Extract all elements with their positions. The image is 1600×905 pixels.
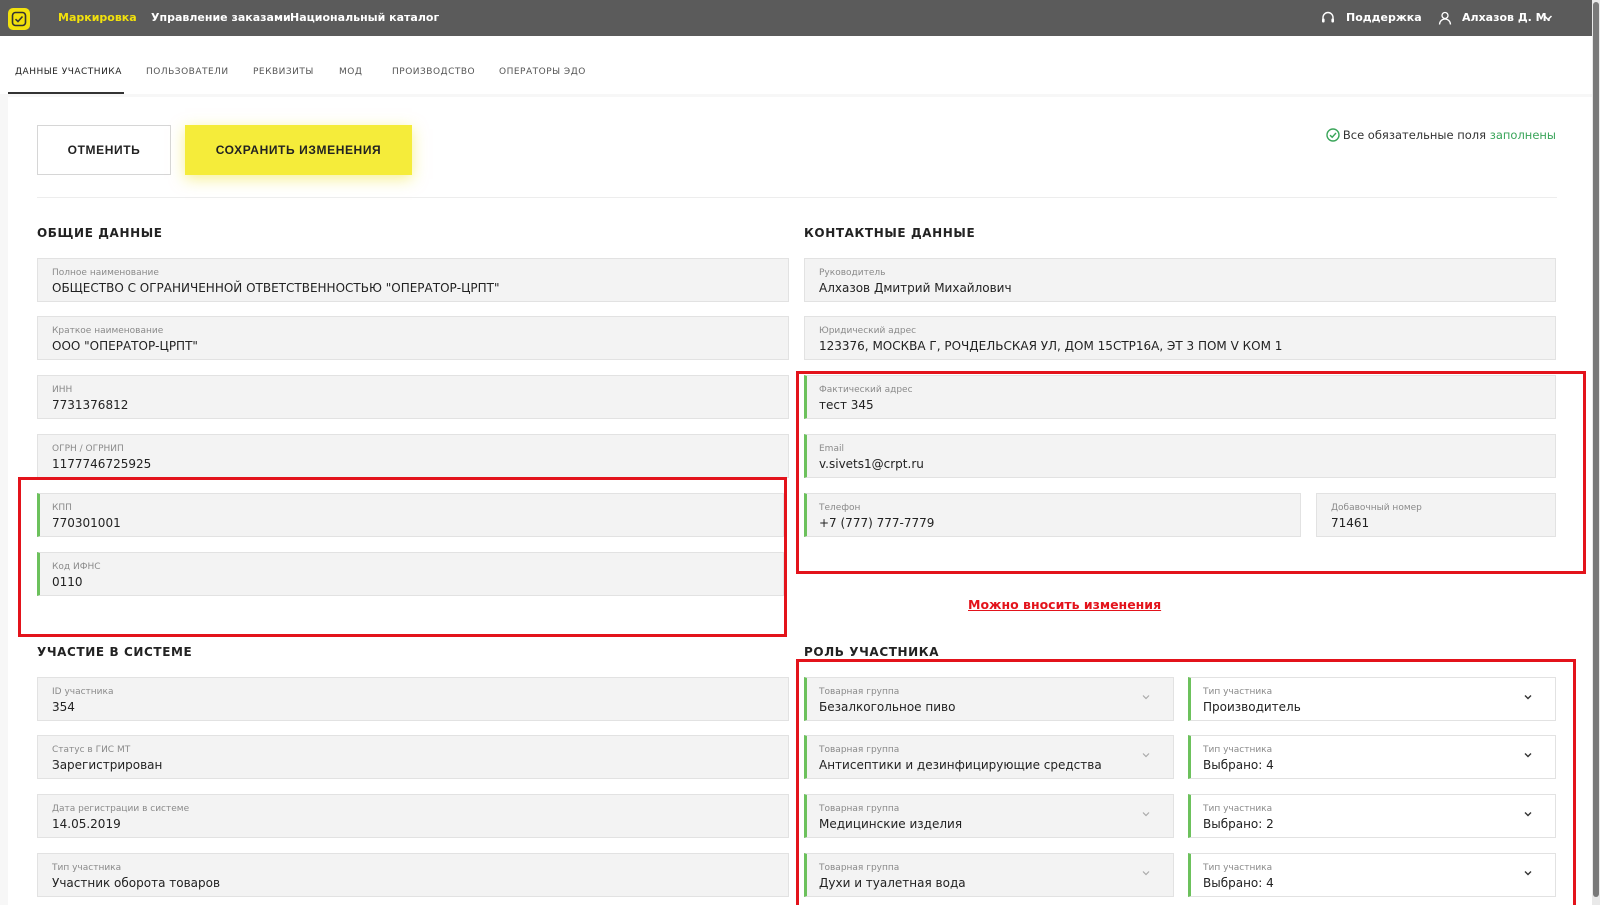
- field-value: ООО "ОПЕРАТОР-ЦРПТ": [52, 339, 198, 353]
- section-title-role: Роль участника: [804, 645, 940, 659]
- field-value: 123376, МОСКВА Г, РОЧДЕЛЬСКАЯ УЛ, ДОМ 15…: [819, 339, 1283, 353]
- headset-icon[interactable]: [1320, 10, 1336, 26]
- field-participant-id: ID участника 354: [37, 677, 789, 721]
- tab-mod[interactable]: МОД: [339, 67, 362, 77]
- section-title-contacts: Контактные данные: [804, 226, 976, 240]
- tab-users[interactable]: Пользователи: [146, 67, 229, 77]
- validation-status: Все обязательные поля заполнены: [1343, 128, 1556, 142]
- nav-orders[interactable]: Управление заказами: [151, 11, 291, 24]
- support-link[interactable]: Поддержка: [1346, 11, 1422, 24]
- field-registration-date: Дата регистрации в системе 14.05.2019: [37, 794, 789, 838]
- field-value: 1177746725925: [52, 457, 152, 471]
- field-label: Полное наименование: [52, 268, 159, 278]
- field-participant-type: Тип участника Участник оборота товаров: [37, 853, 789, 897]
- nav-catalog[interactable]: Национальный каталог: [290, 11, 439, 24]
- tab-bar: [0, 36, 1592, 94]
- highlight-box-editable-role: [796, 659, 1576, 905]
- section-title-general: Общие данные: [37, 226, 163, 240]
- field-label: Дата регистрации в системе: [52, 804, 190, 814]
- field-label: Статус в ГИС МТ: [52, 745, 131, 755]
- validation-status-ok: заполнены: [1489, 128, 1556, 142]
- field-value: 7731376812: [52, 398, 129, 412]
- field-value: 14.05.2019: [52, 817, 121, 831]
- chevron-down-icon[interactable]: [1543, 13, 1553, 23]
- field-label: Краткое наименование: [52, 326, 164, 336]
- field-label: ID участника: [52, 687, 114, 697]
- field-label: ИНН: [52, 385, 73, 395]
- nav-marking[interactable]: Маркировка: [58, 11, 137, 24]
- field-value: Алхазов Дмитрий Михайлович: [819, 281, 1012, 295]
- tab-requisites[interactable]: Реквизиты: [253, 67, 314, 77]
- active-tab-indicator: [8, 92, 124, 94]
- field-gis-status: Статус в ГИС МТ Зарегистрирован: [37, 735, 789, 779]
- logo-icon: [11, 11, 27, 27]
- field-director: Руководитель Алхазов Дмитрий Михайлович: [804, 258, 1556, 302]
- tab-participant-data[interactable]: Данные участника: [15, 67, 122, 77]
- check-circle-icon: [1326, 128, 1340, 142]
- field-label: ОГРН / ОГРНИП: [52, 444, 124, 454]
- divider: [37, 197, 1557, 198]
- tab-edo-operators[interactable]: Операторы ЭДО: [499, 67, 586, 77]
- field-value: Зарегистрирован: [52, 758, 163, 772]
- tab-production[interactable]: Производство: [392, 67, 475, 77]
- field-value: 354: [52, 700, 75, 714]
- field-inn: ИНН 7731376812: [37, 375, 789, 419]
- field-value: ОБЩЕСТВО С ОГРАНИЧЕННОЙ ОТВЕТСТВЕННОСТЬЮ…: [52, 281, 500, 295]
- section-title-participation: Участие в системе: [37, 645, 193, 659]
- editable-note: Можно вносить изменения: [968, 597, 1162, 612]
- validation-status-text: Все обязательные поля: [1342, 128, 1487, 142]
- field-label: Юридический адрес: [819, 326, 917, 336]
- field-value: Участник оборота товаров: [52, 876, 221, 890]
- page: Маркировка Управление заказами Националь…: [0, 0, 1600, 905]
- field-label: Тип участника: [52, 863, 122, 873]
- scrollbar-thumb[interactable]: [1593, 2, 1599, 897]
- field-label: Руководитель: [819, 268, 886, 278]
- cancel-button[interactable]: Отменить: [37, 125, 171, 175]
- field-short-name: Краткое наименование ООО "ОПЕРАТОР-ЦРПТ": [37, 316, 789, 360]
- field-ogrn: ОГРН / ОГРНИП 1177746725925: [37, 434, 789, 478]
- field-legal-address: Юридический адрес 123376, МОСКВА Г, РОЧД…: [804, 316, 1556, 360]
- user-menu[interactable]: Алхазов Д. М.: [1462, 11, 1551, 24]
- highlight-box-editable-general: [18, 477, 787, 637]
- save-button[interactable]: Сохранить изменения: [185, 125, 412, 175]
- top-bar: Маркировка Управление заказами Националь…: [0, 0, 1592, 36]
- field-full-name: Полное наименование ОБЩЕСТВО С ОГРАНИЧЕН…: [37, 258, 789, 302]
- logo[interactable]: [8, 8, 30, 30]
- user-icon: [1438, 11, 1452, 25]
- highlight-box-editable-contacts: [796, 371, 1586, 574]
